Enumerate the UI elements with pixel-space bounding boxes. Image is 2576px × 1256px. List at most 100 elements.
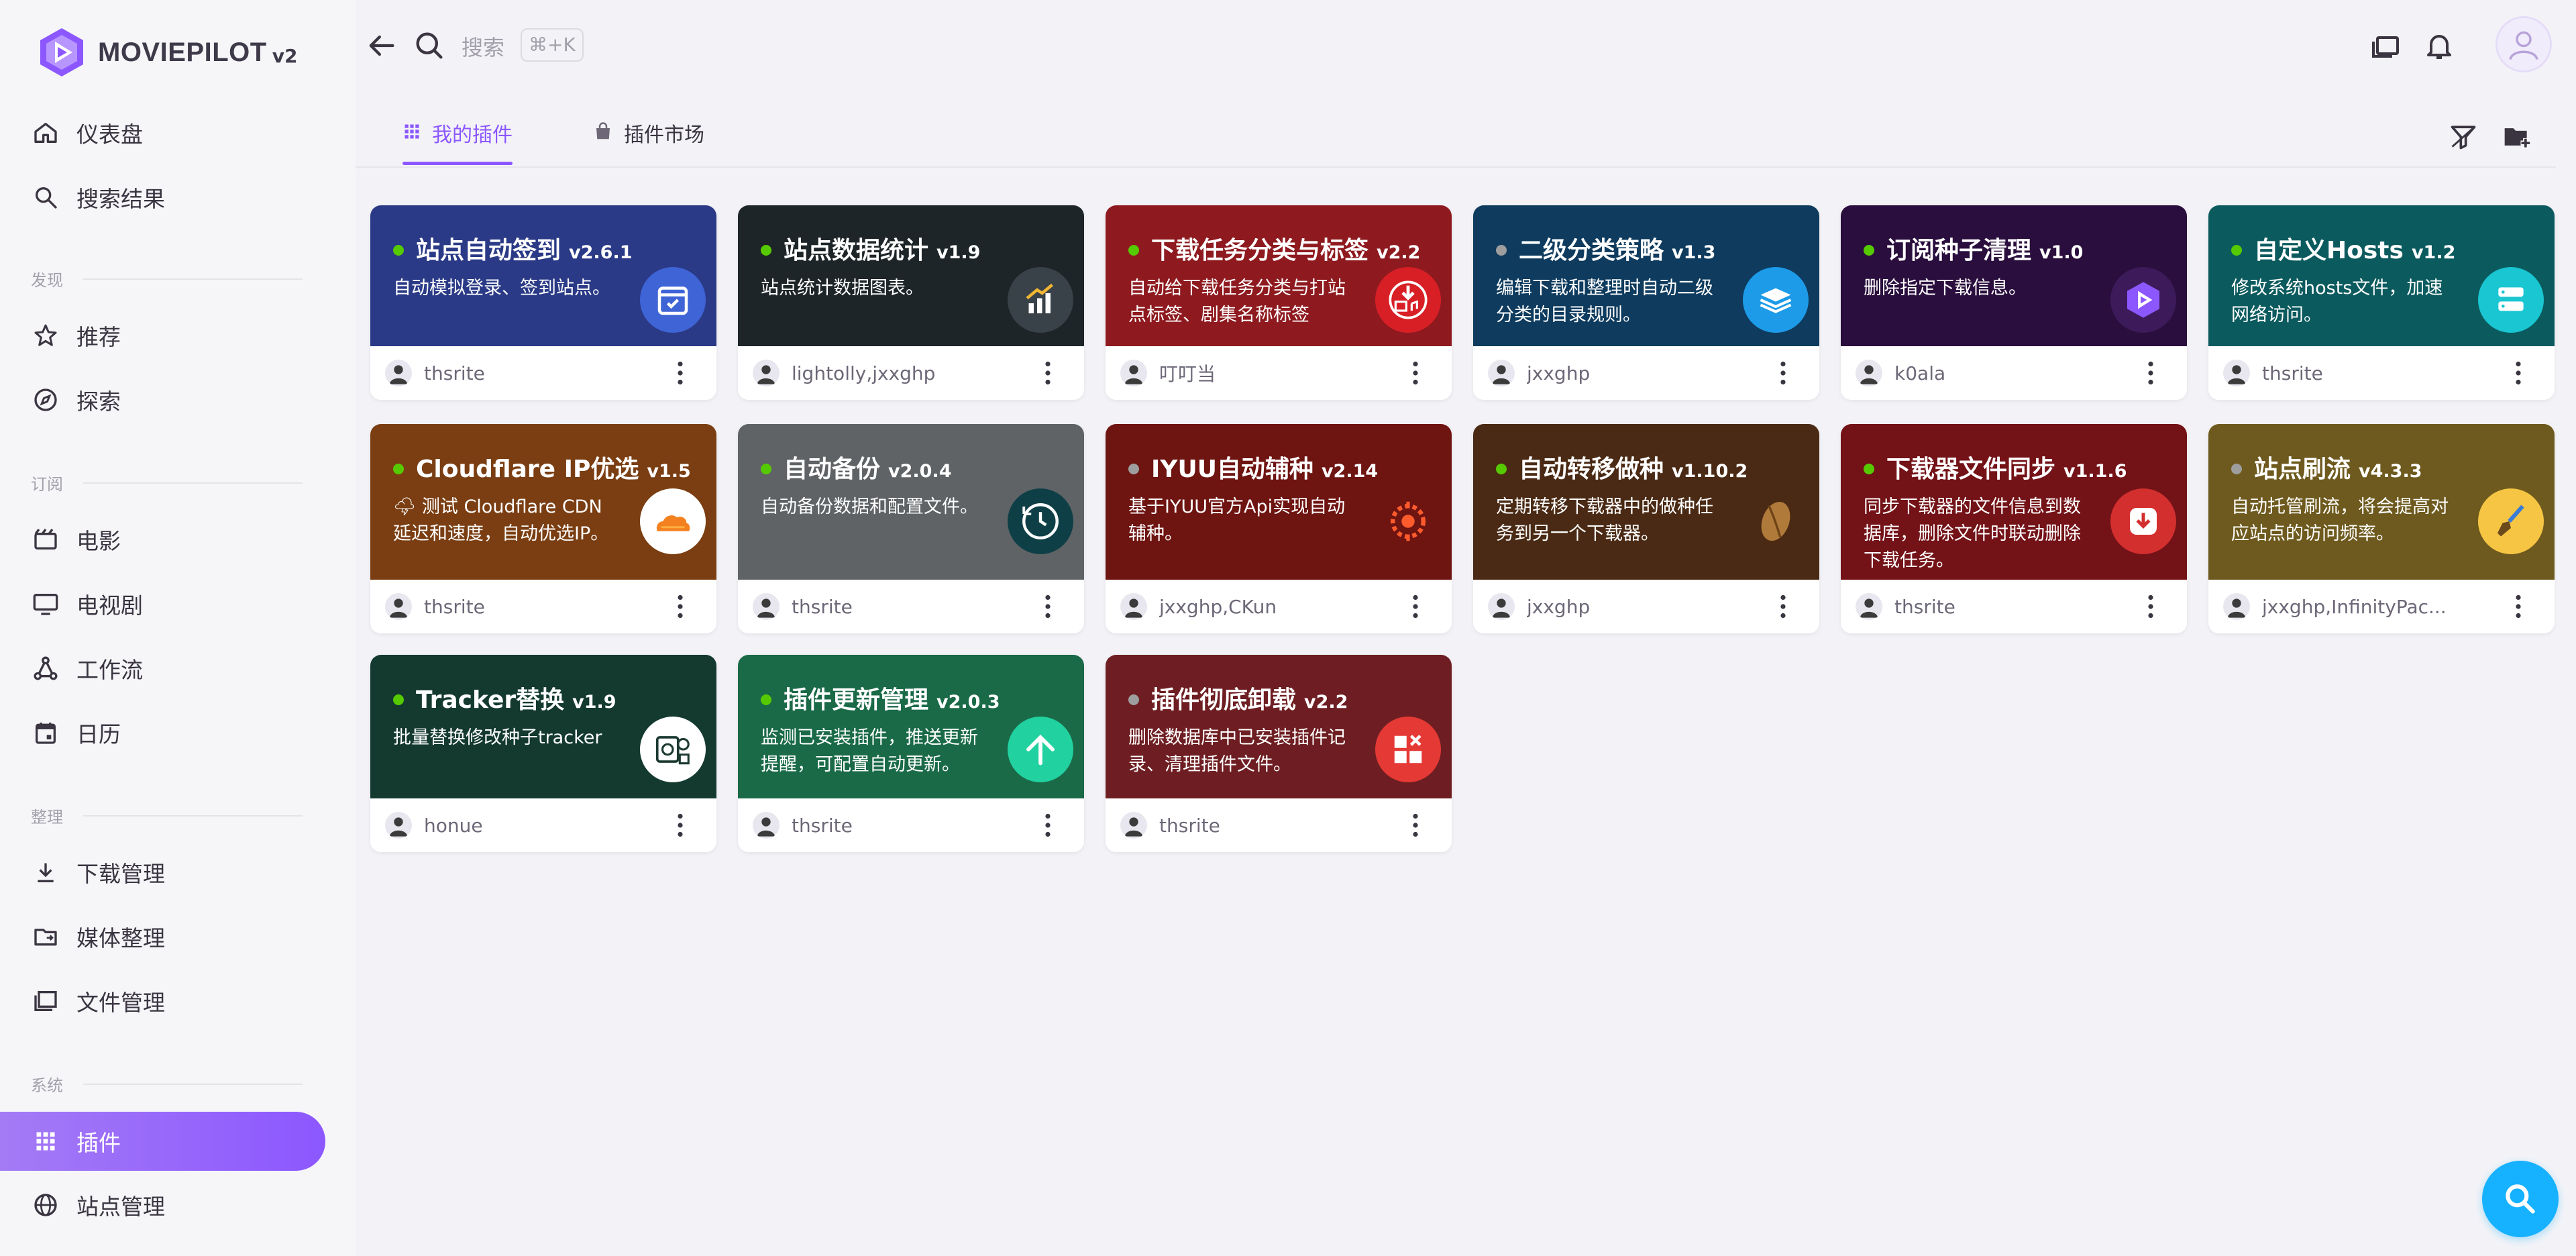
download-tag-icon — [1375, 267, 1441, 333]
plugin-title: 订阅种子清理 — [1886, 237, 2032, 264]
plugin-version: v1.9 — [936, 242, 981, 263]
globe-icon — [31, 1190, 60, 1220]
sidebar-item-movie[interactable]: 电影 — [0, 510, 325, 569]
plugin-card[interactable]: 插件彻底卸载 v2.2 删除数据库中已安装插件记录、清理插件文件。 thsrite — [1106, 655, 1452, 852]
plugin-title: 站点刷流 — [2254, 456, 2351, 483]
search-fab-button[interactable] — [2482, 1161, 2559, 1237]
status-dot — [1496, 464, 1507, 474]
plugin-title: 站点数据统计 — [784, 237, 929, 264]
plugin-card[interactable]: 站点数据统计 v1.9 站点统计数据图表。 lightolly,jxxghp — [738, 205, 1084, 400]
sidebar-item-tv[interactable]: 电视剧 — [0, 574, 325, 633]
author-avatar — [1120, 812, 1147, 839]
plugin-card[interactable]: 自动转移做种 v1.10.2 定期转移下载器中的做种任务到另一个下载器。 jxxghp — [1473, 424, 1819, 633]
more-vert-icon[interactable] — [1767, 357, 1799, 389]
plugin-card-header: 站点数据统计 v1.9 站点统计数据图表。 — [738, 205, 1084, 346]
iyuu-icon — [1375, 488, 1441, 554]
more-vert-icon[interactable] — [1032, 590, 1064, 623]
tab-plugin-market[interactable]: 插件市场 — [553, 101, 745, 165]
plugin-version: v2.14 — [1321, 461, 1379, 482]
more-vert-icon[interactable] — [2502, 590, 2534, 623]
search-input[interactable]: 搜索 — [462, 31, 504, 62]
plugin-title: 二级分类策略 — [1519, 237, 1664, 264]
author-avatar — [2223, 593, 2250, 620]
sidebar-item-sites[interactable]: 站点管理 — [0, 1175, 325, 1235]
plugin-description: 删除数据库中已安装插件记录、清理插件文件。 — [1128, 727, 1346, 775]
search-icon[interactable] — [412, 28, 447, 63]
author-avatar — [1856, 593, 1882, 620]
plugin-card-header: Tracker替换 v1.9 批量替换修改种子tracker — [370, 655, 716, 798]
plugin-author: 叮叮当 — [1159, 363, 1216, 385]
back-arrow-icon[interactable] — [364, 28, 398, 63]
plugin-author: jxxghp,InfinityPac... — [2262, 595, 2447, 618]
plugin-version: v2.2 — [1377, 242, 1421, 263]
plugin-description: 监测已安装插件，推送更新提醒，可配置自动更新。 — [761, 727, 978, 775]
sidebar-item-search-results[interactable]: 搜索结果 — [0, 168, 325, 227]
filter-icon[interactable] — [2445, 118, 2482, 156]
plugin-title: 自定义Hosts — [2254, 237, 2404, 264]
plugin-card[interactable]: 二级分类策略 v1.3 编辑下载和整理时自动二级分类的目录规则。 jxxghp — [1473, 205, 1819, 400]
plugin-card-footer: thsrite — [1841, 580, 2187, 633]
status-dot — [1128, 245, 1139, 256]
more-vert-icon[interactable] — [1767, 590, 1799, 623]
bell-icon[interactable] — [2418, 24, 2461, 67]
sidebar-item-downloads[interactable]: 下载管理 — [0, 843, 325, 902]
more-vert-icon[interactable] — [1399, 590, 1432, 623]
plugin-card[interactable]: 自定义Hosts v1.2 修改系统hosts文件，加速网络访问。 thsrite — [2208, 205, 2555, 400]
tab-my-plugins[interactable]: 我的插件 — [362, 101, 553, 165]
sidebar-item-explore[interactable]: 探索 — [0, 370, 325, 429]
top-bar: 搜索 ⌘+K — [356, 0, 2576, 94]
plugin-card[interactable]: 订阅种子清理 v1.0 删除指定下载信息。 k0ala — [1841, 205, 2187, 400]
more-vert-icon[interactable] — [664, 590, 696, 623]
author-avatar — [1120, 360, 1147, 386]
plugin-card-footer: thsrite — [370, 580, 716, 633]
search-icon — [31, 182, 60, 212]
plugin-version: v1.0 — [2039, 242, 2084, 263]
sidebar-item-media-organize[interactable]: 媒体整理 — [0, 907, 325, 966]
plugin-title: 自动转移做种 — [1519, 456, 1664, 483]
plugin-card[interactable]: IYUU自动辅种 v2.14 基于IYUU官方Api实现自动辅种。 jxxghp,CK… — [1106, 424, 1452, 633]
sidebar-item-plugins[interactable]: 插件 — [0, 1112, 325, 1171]
plugin-card-header: 站点刷流 v4.3.3 自动托管刷流，将会提高对应站点的访问频率。 — [2208, 424, 2555, 580]
brand[interactable]: MOVIEPILOT v2 — [35, 25, 297, 79]
more-vert-icon[interactable] — [1032, 357, 1064, 389]
more-vert-icon[interactable] — [1399, 809, 1432, 841]
grid-icon — [31, 1127, 60, 1156]
add-folder-icon[interactable] — [2498, 118, 2536, 156]
plugin-card[interactable]: 自动备份 v2.0.4 自动备份数据和配置文件。 thsrite — [738, 424, 1084, 633]
sidebar-item-workflow[interactable]: 工作流 — [0, 639, 325, 698]
plugin-card[interactable]: Cloudflare IP优选 v1.5 🌩 测试 Cloudflare CDN 延… — [370, 424, 716, 633]
plugin-tabs: 我的插件 插件市场 — [362, 101, 745, 168]
plugin-card[interactable]: Tracker替换 v1.9 批量替换修改种子tracker honue — [370, 655, 716, 852]
plugin-card[interactable]: 站点刷流 v4.3.3 自动托管刷流，将会提高对应站点的访问频率。 jxxghp,In… — [2208, 424, 2555, 633]
sidebar-item-label: 插件 — [76, 1130, 121, 1156]
user-avatar[interactable] — [2496, 16, 2552, 72]
plugin-card-header: 订阅种子清理 v1.0 删除指定下载信息。 — [1841, 205, 2187, 346]
more-vert-icon[interactable] — [2502, 357, 2534, 389]
sidebar-item-recommend[interactable]: 推荐 — [0, 306, 325, 365]
window-switch-icon[interactable] — [2364, 24, 2407, 67]
status-dot — [393, 464, 404, 474]
movie-icon — [31, 525, 60, 554]
author-avatar — [1120, 593, 1147, 620]
plugin-card[interactable]: 插件更新管理 v2.0.3 监测已安装插件，推送更新提醒，可配置自动更新。 thsri… — [738, 655, 1084, 852]
sidebar-item-label: 搜索结果 — [76, 186, 165, 212]
sidebar-item-label: 工作流 — [76, 657, 143, 683]
plugin-card-header: Cloudflare IP优选 v1.5 🌩 测试 Cloudflare CDN 延… — [370, 424, 716, 580]
compass-icon — [31, 385, 60, 415]
plugin-card[interactable]: 下载任务分类与标签 v2.2 自动给下载任务分类与打站点标签、剧集名称标签 叮叮当 — [1106, 205, 1452, 400]
more-vert-icon[interactable] — [2135, 590, 2167, 623]
sidebar-item-dashboard[interactable]: 仪表盘 — [0, 103, 325, 162]
sidebar-item-file-manager[interactable]: 文件管理 — [0, 972, 325, 1031]
plugin-card-footer: lightolly,jxxghp — [738, 346, 1084, 400]
plugin-description: 编辑下载和整理时自动二级分类的目录规则。 — [1496, 278, 1713, 325]
plugin-card-footer: k0ala — [1841, 346, 2187, 400]
more-vert-icon[interactable] — [664, 357, 696, 389]
plugin-description: 自动模拟登录、签到站点。 — [393, 278, 610, 299]
sidebar-item-calendar[interactable]: 日历 — [0, 703, 325, 762]
plugin-card[interactable]: 站点自动签到 v2.6.1 自动模拟登录、签到站点。 thsrite — [370, 205, 716, 400]
more-vert-icon[interactable] — [1399, 357, 1432, 389]
more-vert-icon[interactable] — [2135, 357, 2167, 389]
more-vert-icon[interactable] — [1032, 809, 1064, 841]
plugin-card[interactable]: 下载器文件同步 v1.1.6 同步下载器的文件信息到数据库，删除文件时联动删除下载任… — [1841, 424, 2187, 633]
more-vert-icon[interactable] — [664, 809, 696, 841]
